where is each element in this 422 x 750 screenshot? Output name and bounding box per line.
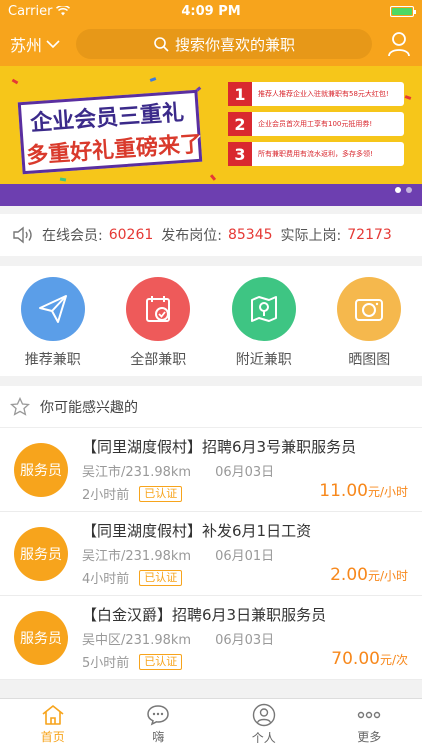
speaker-icon — [13, 226, 32, 244]
online-label: 在线会员: — [42, 228, 103, 244]
job-avatar: 服务员 — [14, 526, 68, 581]
category-all[interactable]: 全部兼职 — [118, 277, 198, 369]
job-posted-time: 5小时前 — [82, 656, 130, 671]
banner-item: 2 企业会员首次用工享有100元抵用券! — [228, 112, 404, 136]
posted-label: 发布岗位: — [161, 228, 222, 244]
carousel-dot[interactable] — [395, 187, 401, 193]
search-bar[interactable]: 搜索你喜欢的兼职 — [76, 29, 372, 59]
battery-icon — [390, 5, 416, 17]
paper-plane-icon — [20, 277, 85, 341]
banner-item-number: 2 — [228, 112, 252, 136]
tab-more[interactable]: 更多 — [317, 699, 422, 750]
job-posted-time: 4小时前 — [82, 572, 130, 587]
job-price-value: 2.00 — [330, 565, 368, 585]
stats-bar: 在线会员: 60261 发布岗位: 85345 实际上岗: 72173 — [0, 214, 422, 256]
user-button[interactable] — [386, 30, 412, 58]
job-posted-time: 2小时前 — [82, 488, 130, 503]
category-label: 附近兼职 — [235, 352, 292, 368]
tab-label: 更多 — [357, 730, 382, 744]
home-icon — [42, 705, 64, 725]
banner-item-text: 所有兼职费用有流水返利，多存多领! — [258, 150, 373, 158]
chat-icon — [147, 705, 170, 726]
job-price: 70.00元/次 — [331, 649, 408, 669]
star-icon — [10, 396, 30, 416]
job-item[interactable]: 服务员 【同里湖度假村】招聘6月3号兼职服务员 吴江市/231.98km 06月… — [0, 428, 422, 512]
promo-banner[interactable]: 企业会员三重礼 多重好礼重磅来了 1 推荐人推荐企业入驻就兼职有58元大红包! … — [0, 66, 422, 206]
category-label: 推荐兼职 — [24, 352, 81, 368]
job-date: 06月01日 — [215, 549, 275, 564]
job-location-row: 吴江市/231.98km 06月03日 — [82, 461, 408, 480]
category-recommended[interactable]: 推荐兼职 — [13, 277, 93, 369]
tab-home[interactable]: 首页 — [0, 699, 106, 750]
chevron-down-icon — [46, 39, 60, 48]
status-bar: Carrier 4:09 PM — [0, 0, 422, 22]
recommend-title: 你可能感兴趣的 — [40, 399, 138, 416]
job-date: 06月03日 — [215, 465, 275, 480]
job-location-row: 吴江市/231.98km 06月01日 — [82, 545, 408, 564]
job-location: 吴中区/231.98km — [82, 633, 192, 648]
status-right — [390, 5, 416, 17]
job-location-row: 吴中区/231.98km 06月03日 — [82, 629, 408, 648]
job-location: 吴江市/231.98km — [82, 465, 192, 480]
category-photos[interactable]: 晒图图 — [329, 277, 409, 369]
camera-icon — [337, 277, 402, 341]
map-pin-icon — [231, 277, 296, 341]
job-avatar: 服务员 — [14, 610, 68, 665]
tab-chat[interactable]: 嗨 — [106, 699, 212, 750]
city-label: 苏州 — [10, 36, 43, 55]
carousel-dot[interactable] — [406, 187, 412, 193]
job-price: 11.00元/小时 — [319, 481, 408, 501]
job-item[interactable]: 服务员 【同里湖度假村】补发6月1日工资 吴江市/231.98km 06月01日… — [0, 512, 422, 596]
recommend-section: 你可能感兴趣的 服务员 【同里湖度假村】招聘6月3号兼职服务员 吴江市/231.… — [0, 386, 422, 680]
banner-item-text: 企业会员首次用工享有100元抵用券! — [258, 120, 373, 128]
recommend-header: 你可能感兴趣的 — [0, 386, 422, 428]
carousel-dots[interactable] — [395, 187, 412, 193]
category-label: 全部兼职 — [130, 352, 187, 368]
search-icon — [154, 37, 169, 52]
banner-item: 3 所有兼职费用有流水返利，多存多领! — [228, 142, 404, 166]
job-price-value: 70.00 — [331, 649, 380, 669]
tab-label: 个人 — [251, 731, 276, 745]
job-location: 吴江市/231.98km — [82, 549, 192, 564]
job-price-unit: 元/小时 — [367, 569, 408, 583]
user-icon — [388, 32, 410, 57]
job-avatar: 服务员 — [14, 442, 68, 497]
nav-bar: 苏州 搜索你喜欢的兼职 — [0, 22, 422, 66]
job-price-unit: 元/小时 — [367, 485, 408, 499]
category-grid: 推荐兼职 全部兼职 附近兼职 晒图图 — [0, 266, 422, 376]
job-price: 2.00元/小时 — [330, 565, 408, 585]
job-title: 【同里湖度假村】招聘6月3号兼职服务员 — [82, 438, 357, 456]
person-icon — [252, 703, 275, 727]
banner-item: 1 推荐人推荐企业入驻就兼职有58元大红包! — [228, 82, 404, 106]
tab-label: 首页 — [40, 730, 65, 744]
banner-item-number: 3 — [228, 142, 252, 166]
actual-label: 实际上岗: — [280, 228, 342, 244]
tab-label: 嗨 — [152, 730, 165, 744]
actual-value: 72173 — [347, 227, 392, 243]
verified-badge: 已认证 — [139, 569, 183, 586]
verified-badge: 已认证 — [139, 485, 183, 502]
job-price-value: 11.00 — [319, 481, 368, 501]
banner-stripe — [0, 184, 422, 206]
job-title: 【白金汉爵】招聘6月3日兼职服务员 — [82, 606, 327, 624]
tab-bar: 首页 嗨 个人 更多 — [0, 698, 422, 750]
job-title: 【同里湖度假村】补发6月1日工资 — [82, 522, 312, 540]
online-value: 60261 — [108, 227, 154, 243]
search-placeholder: 搜索你喜欢的兼职 — [174, 35, 295, 54]
status-time: 4:09 PM — [181, 3, 241, 19]
calendar-check-icon — [126, 277, 191, 341]
job-price-unit: 元/次 — [379, 653, 408, 667]
banner-item-text: 推荐人推荐企业入驻就兼职有58元大红包! — [258, 90, 389, 98]
city-selector[interactable]: 苏州 — [10, 32, 72, 56]
tab-profile[interactable]: 个人 — [211, 699, 317, 750]
category-nearby[interactable]: 附近兼职 — [224, 277, 304, 369]
verified-badge: 已认证 — [139, 653, 183, 670]
more-icon — [358, 711, 381, 719]
banner-item-number: 1 — [228, 82, 252, 106]
job-item[interactable]: 服务员 【白金汉爵】招聘6月3日兼职服务员 吴中区/231.98km 06月03… — [0, 596, 422, 680]
posted-value: 85345 — [227, 227, 273, 243]
category-label: 晒图图 — [348, 352, 391, 368]
job-date: 06月03日 — [215, 633, 275, 648]
